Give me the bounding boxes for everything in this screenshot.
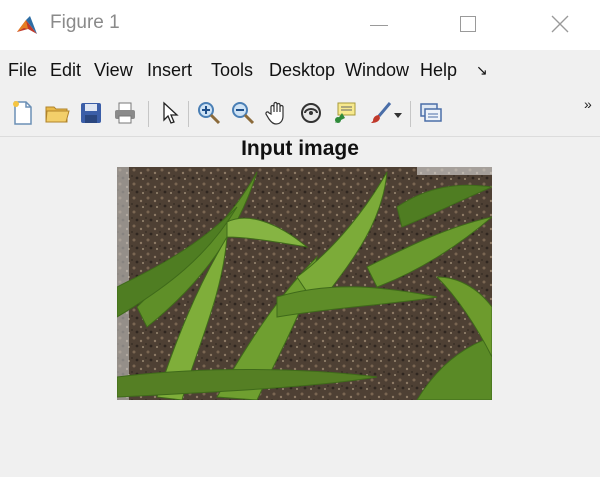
pointer-icon[interactable] xyxy=(156,100,182,126)
menu-help[interactable]: Help xyxy=(420,60,457,81)
open-file-icon[interactable] xyxy=(44,100,70,126)
save-icon[interactable] xyxy=(78,100,104,126)
menu-desktop[interactable]: Desktop xyxy=(269,60,335,81)
menu-file[interactable]: File xyxy=(8,60,37,81)
close-button[interactable] xyxy=(538,8,584,40)
menu-insert[interactable]: Insert xyxy=(147,60,192,81)
new-figure-icon[interactable] xyxy=(10,100,36,126)
window-title: Figure 1 xyxy=(50,12,120,33)
menu-overflow-arrow-icon[interactable]: ↘ xyxy=(476,62,488,79)
toolbar-separator xyxy=(410,101,411,127)
menu-bar: File Edit View Insert Tools Desktop Wind… xyxy=(0,50,600,93)
maximize-button[interactable] xyxy=(446,8,492,40)
figure-canvas: Input image xyxy=(0,137,600,477)
matlab-icon xyxy=(16,14,38,36)
link-plot-icon[interactable] xyxy=(418,100,444,126)
minimize-icon xyxy=(370,25,388,26)
toolbar-overflow-icon[interactable]: » xyxy=(584,96,592,112)
axes-title: Input image xyxy=(241,137,359,160)
print-icon[interactable] xyxy=(112,100,138,126)
brush-icon[interactable] xyxy=(368,100,394,126)
rotate-3d-icon[interactable] xyxy=(298,100,324,126)
zoom-in-icon[interactable] xyxy=(196,100,222,126)
menu-edit[interactable]: Edit xyxy=(50,60,81,81)
data-cursor-icon[interactable] xyxy=(332,100,358,126)
minimize-button[interactable] xyxy=(356,8,402,40)
close-icon xyxy=(551,15,569,33)
toolbar-separator xyxy=(188,101,189,127)
pan-hand-icon[interactable] xyxy=(264,100,290,126)
brush-dropdown-icon[interactable] xyxy=(392,100,404,126)
menu-tools[interactable]: Tools xyxy=(211,60,253,81)
plant-seedlings-photo xyxy=(117,167,492,400)
window-titlebar: Figure 1 xyxy=(0,0,600,50)
zoom-out-icon[interactable] xyxy=(230,100,256,126)
maximize-icon xyxy=(460,16,476,32)
figure-toolbar: » xyxy=(0,92,600,137)
menu-window[interactable]: Window xyxy=(345,60,409,81)
toolbar-separator xyxy=(148,101,149,127)
menu-view[interactable]: View xyxy=(94,60,133,81)
